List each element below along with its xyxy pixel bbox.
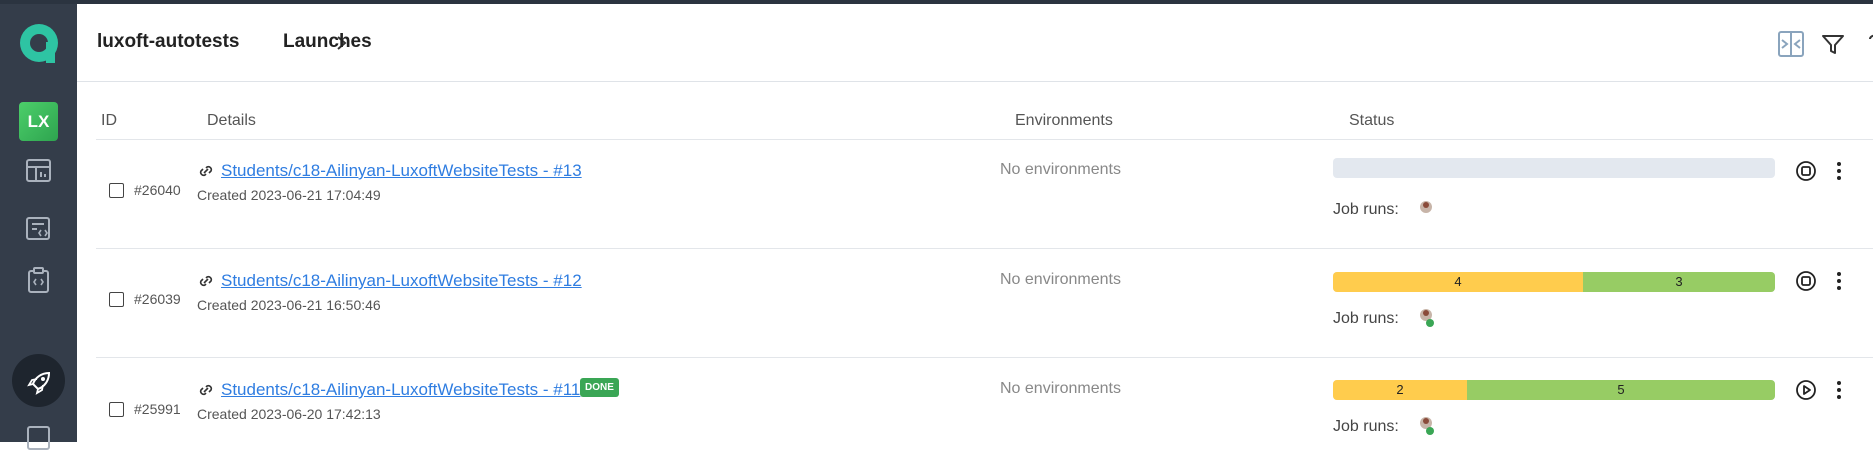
status-segment-warning[interactable]: 4 [1333,272,1583,292]
more-options-icon[interactable] [1835,160,1843,182]
launch-id: #26039 [134,291,181,307]
page-header: luxoft-autotests Launches [77,4,1873,82]
test-plans-icon[interactable] [24,266,53,295]
row-checkbox[interactable] [109,183,124,198]
stop-icon[interactable] [1795,160,1817,182]
environment-value: No environments [1000,161,1121,178]
stop-icon[interactable] [1795,270,1817,292]
link-icon[interactable] [196,382,216,398]
launch-id: #25991 [134,401,181,417]
column-header-environments[interactable]: Environments [1015,112,1113,130]
app-logo-icon[interactable] [18,22,60,64]
sidebar: LX [0,4,77,450]
launch-title-link[interactable]: Students/c18-Ailinyan-LuxoftWebsiteTests… [221,161,582,181]
job-runs-label: Job runs: [1333,201,1399,218]
row-divider [96,248,1873,249]
job-runs-label: Job runs: [1333,310,1399,327]
job-runs-label: Job runs: [1333,418,1399,435]
help-icon[interactable] [1862,30,1873,58]
environment-value: No environments [1000,271,1121,288]
launch-created: Created 2023-06-20 17:42:13 [197,406,381,422]
status-badge: DONE [580,378,619,397]
status-segment-passed[interactable]: 5 [1467,380,1775,400]
launches-rocket-icon[interactable] [25,368,54,397]
launch-created: Created 2023-06-21 16:50:46 [197,297,381,313]
breadcrumb-project[interactable]: luxoft-autotests [97,31,240,53]
header-divider [96,139,1873,140]
job-run-avatar-icon[interactable] [1418,414,1436,436]
launch-title-link[interactable]: Students/c18-Ailinyan-LuxoftWebsiteTests… [221,380,580,400]
row-checkbox[interactable] [109,292,124,307]
dashboards-icon[interactable] [24,156,53,185]
column-header-details[interactable]: Details [207,112,256,130]
status-bar[interactable]: 2 5 [1333,380,1775,400]
environment-value: No environments [1000,380,1121,397]
job-run-avatar-icon[interactable] [1418,198,1436,220]
compare-icon[interactable] [1777,30,1805,58]
status-segment-warning[interactable]: 2 [1333,380,1467,400]
job-run-avatar-icon[interactable] [1418,306,1436,328]
status-segment-passed[interactable]: 3 [1583,272,1775,292]
more-options-icon[interactable] [1835,379,1843,401]
status-bar-empty [1333,158,1775,178]
row-checkbox[interactable] [109,402,124,417]
play-icon[interactable] [1795,379,1817,401]
launch-title-link[interactable]: Students/c18-Ailinyan-LuxoftWebsiteTests… [221,271,582,291]
launch-id: #26040 [134,182,181,198]
analytics-icon[interactable] [24,424,53,453]
test-cases-icon[interactable] [24,214,53,243]
launch-created: Created 2023-06-21 17:04:49 [197,187,381,203]
link-icon[interactable] [196,163,216,179]
status-bar[interactable]: 4 3 [1333,272,1775,292]
column-header-status[interactable]: Status [1349,112,1394,130]
link-icon[interactable] [196,273,216,289]
row-divider [96,357,1873,358]
page-title: Launches [283,31,372,52]
filter-icon[interactable] [1819,30,1847,58]
column-header-id[interactable]: ID [101,112,117,130]
project-avatar[interactable]: LX [19,102,58,141]
more-options-icon[interactable] [1835,270,1843,292]
